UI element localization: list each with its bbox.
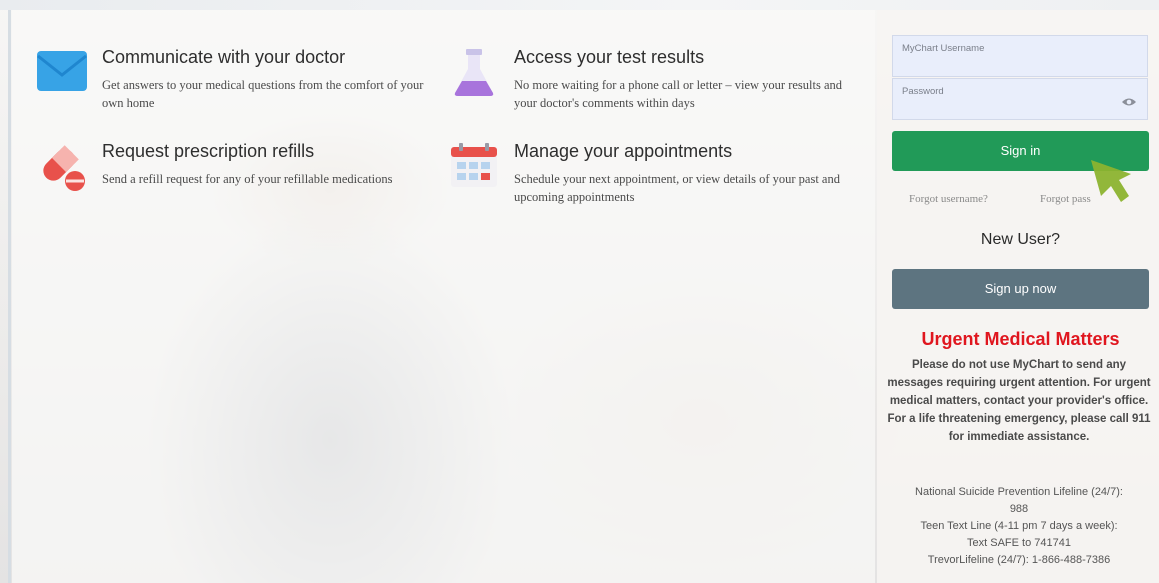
forgot-password-link[interactable]: Forgot pass <box>1040 193 1091 205</box>
arrow-cursor-icon <box>1091 160 1131 202</box>
new-user-heading: New User? <box>980 231 1061 248</box>
show-password-icon[interactable] <box>1121 97 1137 107</box>
username-field[interactable]: MyChart Username <box>892 35 1148 77</box>
username-placeholder: MyChart Username <box>902 43 985 54</box>
hotline-line: Text SAFE to 741741 <box>967 537 1071 549</box>
left-rule <box>8 10 11 583</box>
password-placeholder: Password <box>902 86 944 97</box>
feature-panel: Communicate with your doctor Get answers… <box>12 10 875 583</box>
hotline-line: 988 <box>1009 503 1029 515</box>
hotline-line: TrevorLifeline (24/7): 1-866-488-7386 <box>927 554 1111 566</box>
feature-title: Access your test results <box>514 47 705 67</box>
flask-icon <box>454 49 494 96</box>
pill-icon <box>43 145 85 191</box>
top-strip <box>0 0 1159 10</box>
feature-description: No more waiting for a phone call or lett… <box>514 78 843 110</box>
login-panel: MyChart Username Password Sign in Forgot… <box>877 10 1159 583</box>
forgot-username-link[interactable]: Forgot username? <box>909 193 988 205</box>
feature-title: Manage your appointments <box>514 141 733 161</box>
feature-description: Schedule your next appointment, or view … <box>514 172 840 204</box>
calendar-icon <box>451 143 497 187</box>
feature-title: Request prescription refills <box>102 141 315 161</box>
urgent-title: Urgent Medical Matters <box>921 329 1120 349</box>
feature-description: Get answers to your medical questions fr… <box>102 78 424 110</box>
hotline-list: National Suicide Prevention Lifeline (24… <box>887 484 1151 569</box>
urgent-body: Please do not use MyChart to send any me… <box>887 359 1151 443</box>
hotline-line: Teen Text Line (4-11 pm 7 days a week): <box>920 520 1118 532</box>
envelope-icon <box>37 51 87 91</box>
feature-title: Communicate with your doctor <box>102 47 346 67</box>
sign-up-button[interactable]: Sign up now <box>892 269 1149 309</box>
password-field[interactable]: Password <box>892 78 1148 120</box>
feature-description: Send a refill request for any of your re… <box>102 172 393 186</box>
hotline-line: National Suicide Prevention Lifeline (24… <box>915 486 1123 498</box>
